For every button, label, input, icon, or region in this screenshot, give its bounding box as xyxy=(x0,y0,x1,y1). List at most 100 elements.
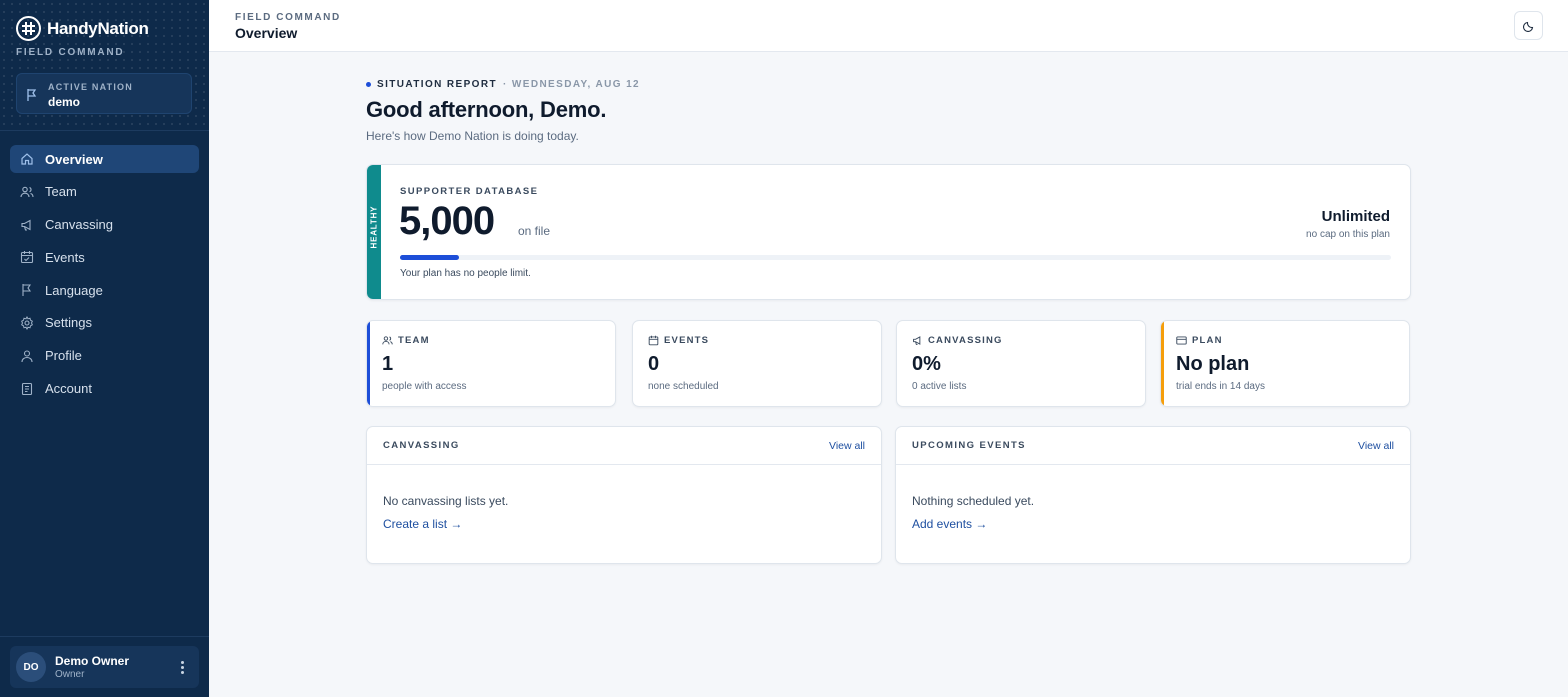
stat-header: PLAN xyxy=(1176,335,1223,346)
stat-accent xyxy=(367,321,370,406)
card-icon xyxy=(1176,336,1187,345)
stat-subtitle: trial ends in 14 days xyxy=(1176,381,1265,392)
sidebar-item-team[interactable]: Team xyxy=(10,178,199,206)
stat-value: 1 xyxy=(382,353,394,375)
situation-report-label: SITUATION REPORT xyxy=(377,79,497,90)
report-date: · WEDNESDAY, AUG 12 xyxy=(503,79,640,90)
header-kicker: FIELD COMMAND xyxy=(235,12,341,23)
sidebar-nav: Overview Team Canvassing Events Language… xyxy=(10,145,199,407)
health-status: HEALTHY xyxy=(369,205,379,249)
user-card[interactable]: DO Demo Owner Owner xyxy=(10,646,199,688)
sidebar-item-label: Canvassing xyxy=(45,217,113,233)
panel-header: CANVASSING View all xyxy=(367,427,881,465)
top-header: FIELD COMMAND Overview xyxy=(209,0,1568,52)
sidebar-item-settings[interactable]: Settings xyxy=(10,309,199,337)
user-role: Owner xyxy=(55,669,85,680)
stat-subtitle: people with access xyxy=(382,381,467,392)
stat-accent xyxy=(633,321,636,406)
sidebar-item-label: Account xyxy=(45,381,92,397)
sidebar-item-label: Profile xyxy=(45,348,82,364)
stat-header: CANVASSING xyxy=(912,335,1003,346)
stat-accent xyxy=(1161,321,1164,406)
sidebar-item-account[interactable]: Account xyxy=(10,375,199,403)
stat-label: CANVASSING xyxy=(928,335,1003,346)
capacity-progress-fill xyxy=(400,255,460,260)
moon-icon xyxy=(1522,21,1533,32)
empty-state-text: No canvassing lists yet. xyxy=(383,494,509,508)
user-icon xyxy=(21,350,33,362)
supporter-count: 5,000 xyxy=(399,199,495,243)
active-nation-label: ACTIVE NATION xyxy=(48,82,133,92)
add-events-link[interactable]: Add events → xyxy=(912,517,987,531)
active-nation-switcher[interactable]: ACTIVE NATION demo xyxy=(16,73,192,114)
avatar: DO xyxy=(16,652,46,682)
create-list-link[interactable]: Create a list → xyxy=(383,517,462,531)
health-band: HEALTHY xyxy=(367,165,381,299)
sidebar-item-events[interactable]: Events xyxy=(10,243,199,271)
capacity-progress-bar xyxy=(400,255,1391,260)
status-dot-icon xyxy=(366,82,371,87)
greeting-heading: Good afternoon, Demo. xyxy=(366,97,607,122)
stat-label: PLAN xyxy=(1192,335,1223,346)
sidebar-item-label: Team xyxy=(45,184,77,200)
stat-value: 0% xyxy=(912,353,941,375)
user-name: Demo Owner xyxy=(55,654,130,668)
sidebar: HandyNation FIELD COMMAND ACTIVE NATION … xyxy=(0,0,209,697)
stat-card-team[interactable]: TEAM 1 people with access xyxy=(366,320,616,407)
upcoming-events-panel: UPCOMING EVENTS View all Nothing schedul… xyxy=(895,426,1411,564)
stat-value: No plan xyxy=(1176,353,1250,375)
panel-title: UPCOMING EVENTS xyxy=(912,440,1026,451)
sidebar-item-language[interactable]: Language xyxy=(10,276,199,304)
sidebar-item-canvassing[interactable]: Canvassing xyxy=(10,211,199,239)
panel-title: CANVASSING xyxy=(383,440,460,451)
sidebar-item-overview[interactable]: Overview xyxy=(10,145,199,173)
sidebar-header: HandyNation FIELD COMMAND ACTIVE NATION … xyxy=(0,0,209,131)
users-icon xyxy=(382,336,393,345)
situation-report-line: SITUATION REPORT · WEDNESDAY, AUG 12 xyxy=(366,79,640,90)
home-icon xyxy=(21,153,33,165)
megaphone-icon xyxy=(21,219,31,231)
plan-limit: Unlimited xyxy=(1321,208,1390,225)
stat-card-events[interactable]: EVENTS 0 none scheduled xyxy=(632,320,882,407)
empty-state-text: Nothing scheduled yet. xyxy=(912,494,1035,508)
stat-label: TEAM xyxy=(398,335,430,346)
stat-subtitle: none scheduled xyxy=(648,381,719,392)
supporter-database-label: SUPPORTER DATABASE xyxy=(400,186,539,197)
brand[interactable]: HandyNation xyxy=(16,16,149,41)
stat-value: 0 xyxy=(648,353,660,375)
sidebar-footer: DO Demo Owner Owner xyxy=(0,636,209,697)
stat-header: TEAM xyxy=(382,335,430,346)
plan-note: Your plan has no people limit. xyxy=(400,268,531,279)
supporter-database-card: HEALTHY SUPPORTER DATABASE 5,000 on file… xyxy=(366,164,1411,300)
panel-header: UPCOMING EVENTS View all xyxy=(896,427,1410,465)
view-all-events-link[interactable]: View all xyxy=(1358,440,1394,452)
page-title: Overview xyxy=(235,25,298,41)
stat-accent xyxy=(897,321,900,406)
brand-name: HandyNation xyxy=(47,18,149,38)
canvassing-panel: CANVASSING View all No canvassing lists … xyxy=(366,426,882,564)
sidebar-item-label: Overview xyxy=(45,151,103,167)
stat-subtitle: 0 active lists xyxy=(912,381,967,392)
sidebar-item-label: Events xyxy=(45,249,85,265)
receipt-icon xyxy=(21,382,33,395)
plan-limit-subtitle: no cap on this plan xyxy=(1306,229,1390,240)
view-all-canvassing-link[interactable]: View all xyxy=(829,440,865,452)
sidebar-item-profile[interactable]: Profile xyxy=(10,342,199,370)
flag-icon xyxy=(27,88,37,106)
stat-header: EVENTS xyxy=(648,335,709,346)
stat-label: EVENTS xyxy=(664,335,710,346)
brand-subtitle: FIELD COMMAND xyxy=(16,47,125,58)
gear-icon xyxy=(21,315,33,330)
megaphone-icon xyxy=(913,336,921,345)
more-vertical-icon[interactable] xyxy=(175,658,189,676)
stat-card-canvassing[interactable]: CANVASSING 0% 0 active lists xyxy=(896,320,1146,407)
active-nation-value: demo xyxy=(48,95,81,109)
supporter-count-unit: on file xyxy=(518,224,551,238)
theme-toggle-button[interactable] xyxy=(1514,11,1543,40)
sidebar-item-label: Settings xyxy=(45,315,92,331)
greeting-subtitle: Here's how Demo Nation is doing today. xyxy=(366,129,579,143)
flag-icon xyxy=(22,284,32,297)
stat-card-plan[interactable]: PLAN No plan trial ends in 14 days xyxy=(1160,320,1410,407)
logo-icon xyxy=(16,16,41,41)
users-icon xyxy=(20,186,34,197)
